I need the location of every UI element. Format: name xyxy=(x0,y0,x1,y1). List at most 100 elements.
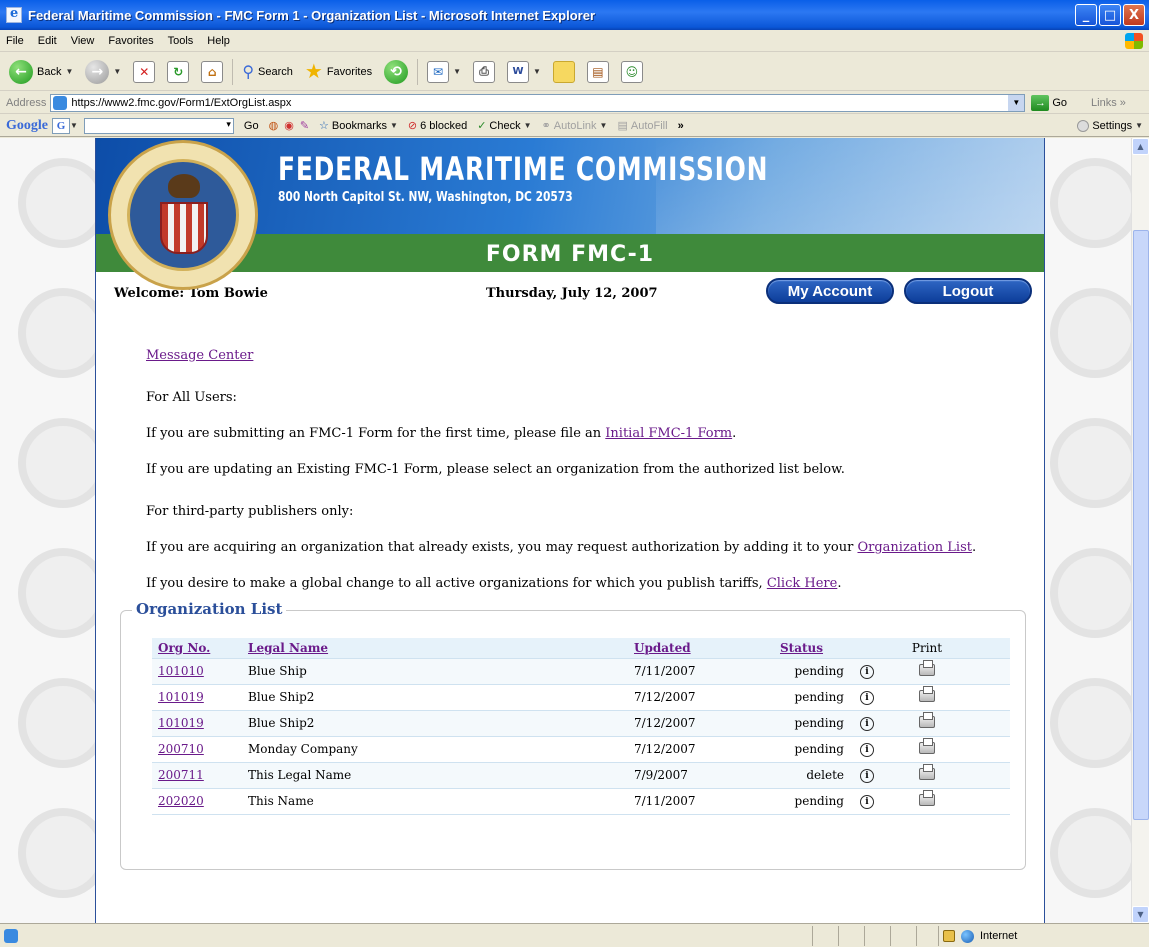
back-label: Back xyxy=(37,65,62,78)
printer-icon[interactable] xyxy=(919,789,935,806)
google-icons-group[interactable]: ◍ ◉ ✎ xyxy=(269,119,309,132)
search-label: Search xyxy=(258,65,293,78)
autofill-label: AutoFill xyxy=(630,119,668,132)
lock-icon[interactable] xyxy=(943,930,955,942)
google-search-input[interactable] xyxy=(83,117,234,134)
vertical-scrollbar[interactable]: ▲ ▼ xyxy=(1131,138,1149,923)
scroll-thumb[interactable] xyxy=(1133,230,1149,820)
maximize-button[interactable]: □ xyxy=(1099,4,1121,26)
forward-arrow-icon: → xyxy=(85,59,110,84)
autolink-button[interactable]: ⚭ AutoLink ▼ xyxy=(542,119,608,133)
go-arrow-icon: → xyxy=(1031,94,1050,111)
stop-button[interactable]: ✕ xyxy=(130,57,158,87)
sort-legal-name-header[interactable]: Legal Name xyxy=(248,641,328,655)
google-menu-dropdown-icon[interactable]: ▼ xyxy=(70,121,78,130)
sort-updated-header[interactable]: Updated xyxy=(634,641,691,655)
google-go-button[interactable]: Go xyxy=(244,120,259,132)
sort-status-header[interactable]: Status xyxy=(780,641,823,655)
menu-view[interactable]: View xyxy=(71,35,95,47)
status-panel xyxy=(864,926,890,946)
address-input[interactable]: https://www2.fmc.gov/Form1/ExtOrgList.as… xyxy=(50,93,1026,112)
background-seal-watermark xyxy=(1050,678,1131,768)
my-account-button[interactable]: My Account xyxy=(766,278,894,304)
info-icon[interactable]: i xyxy=(860,665,874,679)
org-number-link[interactable]: 101010 xyxy=(158,664,204,678)
org-number-link[interactable]: 101019 xyxy=(158,690,204,704)
printer-icon[interactable] xyxy=(919,685,935,702)
back-button[interactable]: ← Back ▼ xyxy=(6,57,76,87)
all-users-heading: For All Users: xyxy=(146,390,237,405)
discuss-button[interactable] xyxy=(550,57,578,87)
sort-org-no-header[interactable]: Org No. xyxy=(158,641,210,655)
history-button[interactable]: ⟲ xyxy=(381,57,411,87)
legal-name-cell: Blue Ship2 xyxy=(242,710,628,737)
autofill-button[interactable]: ▤ AutoFill xyxy=(617,119,668,133)
menu-help[interactable]: Help xyxy=(207,35,230,47)
standard-toolbar: ← Back ▼ → ▼ ✕ ↻ ⌂ ⚲ Search ★ Favorites … xyxy=(0,53,1149,91)
edit-button[interactable]: W ▼ xyxy=(504,57,544,87)
third-party-heading: For third-party publishers only: xyxy=(146,504,354,519)
home-button[interactable]: ⌂ xyxy=(198,57,226,87)
refresh-button[interactable]: ↻ xyxy=(164,57,192,87)
status-cell: pending xyxy=(774,788,854,815)
window-title: Federal Maritime Commission - FMC Form 1… xyxy=(28,7,596,23)
click-here-link[interactable]: Click Here xyxy=(767,576,838,591)
org-number-link[interactable]: 200711 xyxy=(158,768,204,782)
google-go-label: Go xyxy=(243,119,259,132)
popup-blocked-icon: ⊘ xyxy=(407,120,418,132)
messenger-button[interactable]: ☺ xyxy=(618,57,646,87)
info-icon[interactable]: i xyxy=(860,743,874,757)
search-button[interactable]: ⚲ Search xyxy=(239,57,296,87)
org-number-link[interactable]: 200710 xyxy=(158,742,204,756)
organization-list-link[interactable]: Organization List xyxy=(857,540,971,555)
research-button[interactable]: ▤ xyxy=(584,57,612,87)
menu-tools[interactable]: Tools xyxy=(168,35,194,47)
bookmarks-button[interactable]: ☆ Bookmarks ▼ xyxy=(319,119,398,133)
favorites-button[interactable]: ★ Favorites xyxy=(302,57,375,87)
message-center-link[interactable]: Message Center xyxy=(146,348,253,363)
links-label: Links xyxy=(1091,96,1117,109)
agency-name: FEDERAL MARITIME COMMISSION xyxy=(278,150,769,188)
printer-icon[interactable] xyxy=(919,763,935,780)
google-menu-button[interactable]: G xyxy=(52,117,70,134)
info-icon[interactable]: i xyxy=(860,769,874,783)
menu-favorites[interactable]: Favorites xyxy=(108,35,153,47)
links-button[interactable]: Links » xyxy=(1091,97,1126,109)
initial-form-link[interactable]: Initial FMC-1 Form xyxy=(605,426,732,441)
printer-icon[interactable] xyxy=(919,711,935,728)
printer-icon[interactable] xyxy=(919,659,935,676)
scroll-down-icon[interactable]: ▼ xyxy=(1132,906,1149,923)
info-icon[interactable]: i xyxy=(860,795,874,809)
go-button[interactable]: → Go xyxy=(1031,94,1067,111)
agency-address: 800 North Capitol St. NW, Washington, DC… xyxy=(278,190,573,205)
background-seal-watermark xyxy=(1050,288,1131,378)
popup-blocker-button[interactable]: ⊘ 6 blocked xyxy=(407,119,467,133)
fmc-seal-logo xyxy=(108,140,258,290)
forward-button[interactable]: → ▼ xyxy=(82,57,124,87)
bookmarks-dropdown-icon: ▼ xyxy=(389,121,398,130)
status-bar: Internet xyxy=(0,923,1149,947)
page-container: FEDERAL MARITIME COMMISSION 800 North Ca… xyxy=(95,138,1045,923)
menu-file[interactable]: File xyxy=(6,35,24,47)
info-icon[interactable]: i xyxy=(860,717,874,731)
org-number-link[interactable]: 101019 xyxy=(158,716,204,730)
mail-button[interactable]: ✉ ▼ xyxy=(424,57,464,87)
info-icon[interactable]: i xyxy=(860,691,874,705)
settings-button[interactable]: Settings ▼ xyxy=(1077,119,1143,132)
browser-viewport: FEDERAL MARITIME COMMISSION 800 North Ca… xyxy=(0,138,1131,923)
menu-edit[interactable]: Edit xyxy=(38,35,57,47)
close-button[interactable]: X xyxy=(1123,4,1145,26)
first-time-period: . xyxy=(732,426,737,441)
mail-dropdown-icon: ▼ xyxy=(453,67,461,76)
bookmarks-label: Bookmarks xyxy=(331,119,387,132)
address-dropdown-icon[interactable]: ▼ xyxy=(1008,94,1025,111)
more-chevron-button[interactable]: » xyxy=(678,120,684,132)
refresh-icon: ↻ xyxy=(167,60,190,83)
org-number-link[interactable]: 202020 xyxy=(158,794,204,808)
scroll-up-icon[interactable]: ▲ xyxy=(1132,138,1149,155)
printer-icon[interactable] xyxy=(919,737,935,754)
logout-button[interactable]: Logout xyxy=(904,278,1032,304)
print-button[interactable]: ⎙ xyxy=(470,57,498,87)
minimize-button[interactable]: _ xyxy=(1075,4,1097,26)
spellcheck-button[interactable]: ✓ Check ▼ xyxy=(477,119,531,133)
